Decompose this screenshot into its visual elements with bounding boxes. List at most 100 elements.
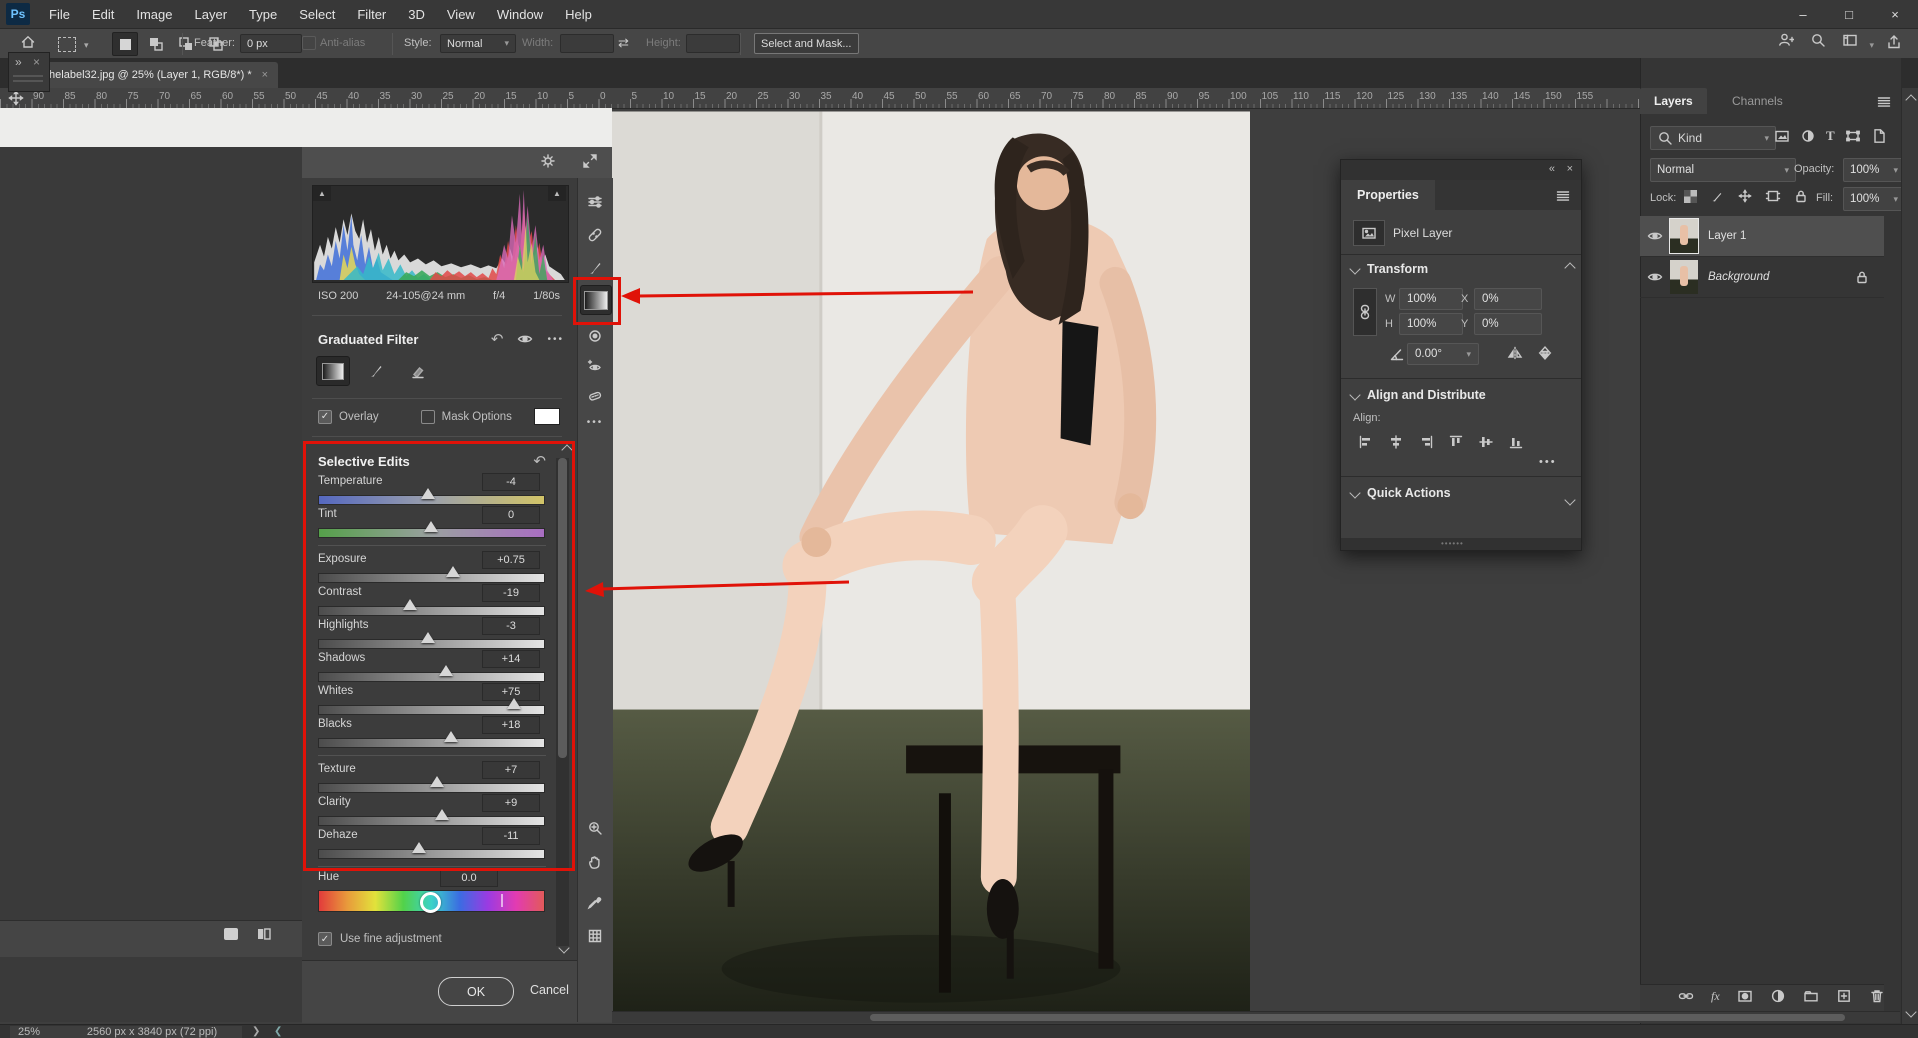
layer-name[interactable]: Layer 1	[1708, 230, 1746, 242]
blend-mode-select[interactable]: Normal ▾	[1650, 158, 1796, 182]
lock-all-icon[interactable]	[1793, 188, 1809, 204]
flip-vertical-icon[interactable]	[1537, 345, 1553, 361]
menu-3d[interactable]: 3D	[397, 0, 436, 28]
smart-filter-icon[interactable]	[1871, 128, 1887, 144]
close-toolbar-icon[interactable]: ×	[33, 55, 40, 69]
tab-layers[interactable]: Layers	[1640, 88, 1707, 114]
healing-brush[interactable]	[583, 223, 607, 247]
close-window-button[interactable]: ×	[1872, 0, 1918, 28]
slider-thumb[interactable]	[430, 776, 444, 787]
slider-track[interactable]	[318, 606, 545, 616]
canvas-vertical-scrollbar[interactable]	[1901, 88, 1918, 1024]
maximize-button[interactable]: □	[1826, 0, 1872, 28]
fill-view-icon[interactable]	[224, 928, 238, 940]
canvas-image[interactable]	[612, 108, 1250, 1022]
highlight-clip-warning-icon[interactable]: ▲	[548, 186, 566, 201]
status-back-icon[interactable]: ❮	[274, 1026, 282, 1037]
fill-select[interactable]: 100% ▾	[1843, 187, 1905, 211]
menu-image[interactable]: Image	[125, 0, 183, 28]
layer-thumbnail[interactable]	[1670, 260, 1698, 294]
slider-value[interactable]: +18	[482, 716, 540, 734]
eye-icon[interactable]	[517, 331, 533, 347]
slider-track[interactable]	[318, 816, 545, 826]
slider-value[interactable]: -19	[482, 584, 540, 602]
x-percent-input[interactable]: 0%	[1474, 288, 1542, 310]
width-percent-input[interactable]: 100%	[1399, 288, 1463, 310]
scroll-up-icon[interactable]	[1564, 262, 1575, 273]
menu-window[interactable]: Window	[486, 0, 554, 28]
select-and-mask-button[interactable]: Select and Mask...	[754, 33, 859, 54]
tab-channels[interactable]: Channels	[1718, 88, 1797, 114]
slider-thumb[interactable]	[446, 566, 460, 577]
panel-menu-icon[interactable]	[1555, 188, 1571, 204]
histogram[interactable]	[312, 185, 569, 283]
slider-track[interactable]	[318, 573, 545, 583]
adjustment-filter-icon[interactable]	[1800, 128, 1816, 144]
add-user-icon[interactable]	[1778, 32, 1794, 48]
link-layers-icon[interactable]	[1678, 988, 1694, 1004]
gradient-tool[interactable]	[316, 356, 350, 386]
slider-value[interactable]: +7	[482, 761, 540, 779]
slider-thumb[interactable]	[439, 665, 453, 676]
shadow-clip-warning-icon[interactable]: ▲	[313, 186, 331, 201]
graduated-filter[interactable]	[580, 285, 612, 315]
marquee-tool-icon[interactable]	[58, 37, 76, 52]
slider-value[interactable]: -11	[482, 827, 540, 845]
menu-edit[interactable]: Edit	[81, 0, 125, 28]
collapse-panels-icon[interactable]: «	[1549, 163, 1555, 175]
kind-filter-select[interactable]: Kind ▾	[1650, 126, 1776, 150]
flip-horizontal-icon[interactable]	[1507, 345, 1523, 361]
eraser-tool[interactable]	[402, 357, 434, 385]
panel-menu-icon[interactable]	[1876, 94, 1892, 110]
feather-input[interactable]: 0 px	[240, 34, 302, 53]
scroll-down-icon[interactable]	[1564, 494, 1575, 505]
canvas-horizontal-scrollbar[interactable]	[612, 1011, 1900, 1023]
ruler[interactable]: 9085807570656055504540353025201510505101…	[0, 88, 1918, 109]
visibility-eye-icon[interactable]	[1640, 228, 1670, 244]
more-options-button[interactable]: •••	[1539, 456, 1557, 468]
height-percent-input[interactable]: 100%	[1399, 313, 1463, 335]
lock-transparent-icon[interactable]	[1684, 190, 1697, 203]
gear-icon[interactable]	[540, 153, 556, 169]
status-chevron-icon[interactable]: ❯	[252, 1026, 260, 1037]
color-sampler[interactable]	[583, 890, 607, 914]
zoom-level-field[interactable]: 25%	[10, 1026, 64, 1038]
mask-color-swatch[interactable]	[534, 408, 560, 425]
align-center-h[interactable]	[1385, 432, 1407, 452]
slider-thumb[interactable]	[412, 842, 426, 853]
brush-tool[interactable]	[360, 357, 392, 385]
workspace-icon[interactable]	[1842, 32, 1858, 48]
style-select[interactable]: Normal ▾	[440, 34, 516, 53]
adjust-sliders[interactable]	[583, 190, 607, 214]
type-filter-icon[interactable]: T	[1826, 128, 1835, 144]
layer-name[interactable]: Background	[1708, 271, 1769, 283]
layer-effects-icon[interactable]: fx	[1711, 989, 1720, 1004]
scroll-down-icon[interactable]	[1905, 1006, 1916, 1017]
hue-value[interactable]: 0.0	[440, 869, 498, 887]
shape-filter-icon[interactable]	[1845, 128, 1861, 144]
slider-thumb[interactable]	[444, 731, 458, 742]
anti-alias-checkbox[interactable]	[302, 36, 316, 50]
more-dots-icon[interactable]: •••	[547, 334, 564, 345]
radial-filter[interactable]	[583, 324, 607, 348]
slider-thumb[interactable]	[403, 599, 417, 610]
slider-value[interactable]: +14	[482, 650, 540, 668]
quick-actions-header[interactable]: Quick Actions	[1351, 486, 1451, 500]
photoshop-logo-icon[interactable]: Ps	[6, 3, 30, 25]
adjustment-layer-icon[interactable]	[1770, 988, 1786, 1004]
slider-track[interactable]	[318, 738, 545, 748]
menu-filter[interactable]: Filter	[346, 0, 397, 28]
layer-group-icon[interactable]	[1803, 988, 1819, 1004]
slider-value[interactable]: +0.75	[482, 551, 540, 569]
menu-type[interactable]: Type	[238, 0, 288, 28]
layer-row-background[interactable]: Background	[1640, 257, 1884, 298]
expand-view-icon[interactable]	[582, 153, 598, 169]
slider-thumb[interactable]	[421, 488, 435, 499]
slider-value[interactable]: 0	[482, 506, 540, 524]
align-section-header[interactable]: Align and Distribute	[1351, 388, 1486, 402]
document-tab[interactable]: thelabel32.jpg @ 25% (Layer 1, RGB/8*) *…	[36, 62, 278, 88]
lock-artboard-icon[interactable]	[1765, 188, 1781, 204]
reset-icon[interactable]: ↶	[533, 452, 546, 470]
red-eye[interactable]	[583, 354, 607, 378]
hand-tool[interactable]	[583, 850, 607, 874]
